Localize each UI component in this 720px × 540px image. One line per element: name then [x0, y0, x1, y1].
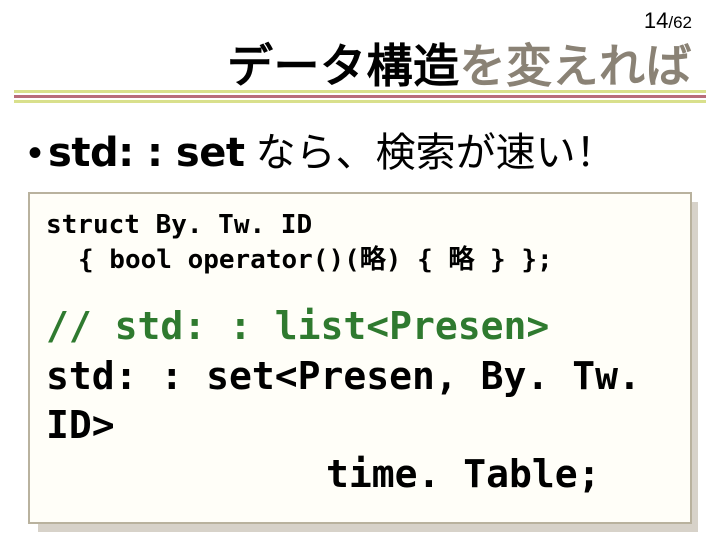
bullet-text: なら、検索が速い！ — [256, 131, 616, 175]
content-area: •std: : set なら、検索が速い！ struct By. Tw. ID … — [28, 120, 692, 524]
slide-title: データ構造を変えれば — [227, 30, 692, 96]
bullet-code: std: : set — [48, 130, 244, 176]
code-box: struct By. Tw. ID { bool operator()(略) {… — [28, 192, 692, 524]
code-line: time. Table; — [326, 452, 601, 496]
code-box-wrap: struct By. Tw. ID { bool operator()(略) {… — [28, 192, 692, 524]
code-line: std: : set<Presen, By. Tw. ID> — [46, 354, 641, 447]
rule-line — [14, 90, 706, 93]
code-line: { bool operator()(略) { 略 } }; — [46, 243, 674, 278]
rule-line — [14, 95, 706, 98]
code-line: struct By. Tw. ID — [46, 208, 674, 243]
struct-snippet: struct By. Tw. ID { bool operator()(略) {… — [46, 208, 674, 278]
bullet-dot: • — [28, 131, 42, 176]
main-snippet: // std: : list<Presen> std: : set<Presen… — [46, 302, 674, 500]
bullet-point: •std: : set なら、検索が速い！ — [28, 120, 692, 178]
rule-line — [14, 100, 706, 103]
title-part1: データ構造 — [227, 40, 460, 92]
slide: 14/62 データ構造を変えれば •std: : set なら、検索が速い！ s… — [0, 0, 720, 540]
divider-rules — [14, 90, 706, 105]
code-comment: // std: : list<Presen> — [46, 304, 549, 348]
title-part2: を変えれば — [460, 40, 693, 92]
